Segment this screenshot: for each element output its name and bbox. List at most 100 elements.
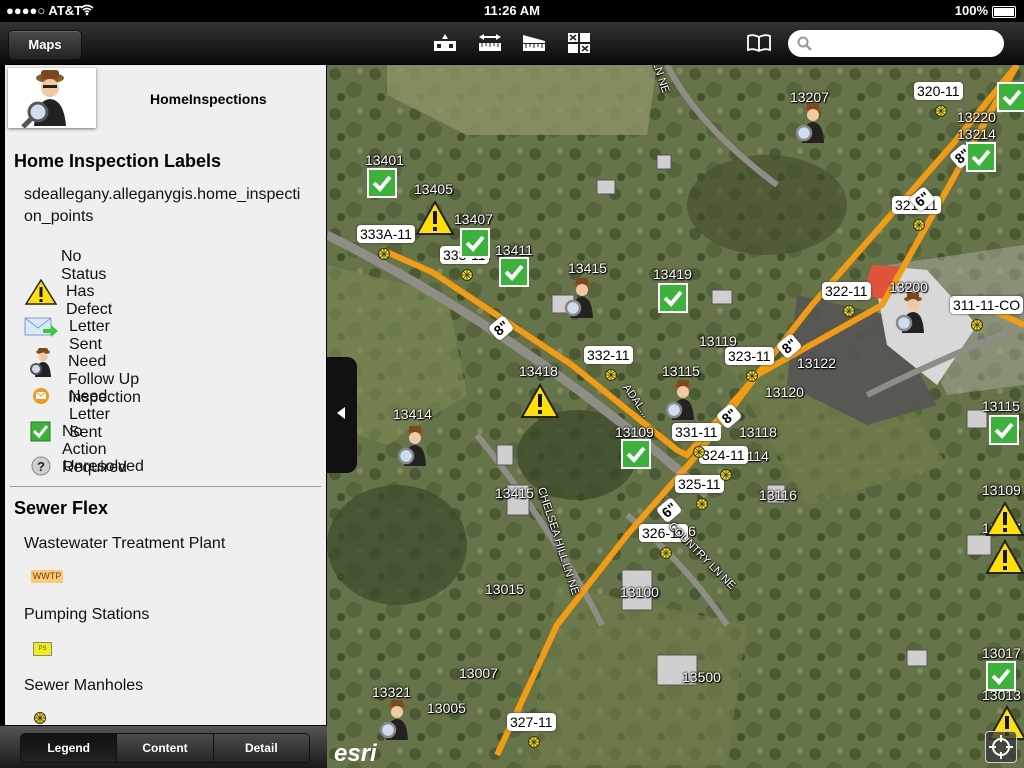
search-input[interactable]: [788, 30, 1004, 57]
inspector-icon[interactable]: [395, 426, 429, 466]
parcel-label: 13401: [365, 152, 404, 168]
wwtp-symbol: WWTP: [31, 570, 63, 583]
legend-section-title: Sewer Flex: [14, 498, 109, 518]
inspector-icon[interactable]: [893, 293, 927, 333]
parcel-label: 13414: [393, 406, 432, 422]
legend-item-label: Letter Sent: [69, 318, 110, 353]
collapse-panel-handle[interactable]: [327, 357, 357, 473]
manhole-label[interactable]: 327-11: [507, 713, 556, 731]
battery-percent: 100%: [954, 3, 988, 18]
legend-item-label: Wastewater Treatment Plant: [24, 535, 226, 552]
parcel-label: 13220: [957, 109, 996, 125]
inspector-icon[interactable]: [663, 380, 697, 420]
green-check-icon[interactable]: [966, 142, 996, 172]
green-check-icon[interactable]: [367, 168, 397, 198]
legend-section-title: Home Inspection Labels: [14, 151, 222, 171]
legend-item-label: No Status: [61, 248, 107, 283]
map-view[interactable]: 13207 13220 13214 13401 13405 13407 13411 13415…: [327, 65, 1024, 768]
manhole-label[interactable]: 322-11: [822, 282, 871, 300]
esri-logo: esri: [334, 740, 377, 767]
manhole-icon[interactable]: [659, 546, 673, 560]
svg-text:?: ?: [37, 459, 45, 474]
parcel-label: 13411: [495, 242, 533, 258]
manhole-icon[interactable]: [842, 304, 856, 318]
parcel-label: 13418: [519, 363, 558, 379]
parcel-label: 13419: [653, 266, 692, 282]
manhole-icon[interactable]: [604, 368, 618, 382]
manhole-label[interactable]: 332-11: [584, 346, 633, 364]
orange-envelope-icon: [33, 388, 49, 404]
green-check-icon[interactable]: [997, 82, 1024, 112]
tab-content[interactable]: Content: [117, 734, 214, 762]
manhole-icon[interactable]: [692, 445, 706, 459]
parcel-label: 13017: [982, 645, 1021, 661]
tab-legend[interactable]: Legend: [21, 734, 118, 762]
parcel-label: 13122: [797, 355, 836, 371]
locate-button[interactable]: [985, 731, 1017, 763]
green-check-icon: [30, 421, 51, 442]
manhole-label[interactable]: 331-11: [672, 423, 721, 441]
legend-divider: [10, 486, 321, 487]
parcel-label: 13109: [982, 482, 1021, 498]
layer-thumbnail[interactable]: [8, 68, 96, 129]
panel-tabs: Legend Content Detail: [20, 733, 310, 763]
warning-icon[interactable]: [985, 539, 1024, 575]
envelope-arrow-icon: [24, 317, 58, 337]
bookmarks-icon[interactable]: [746, 34, 772, 52]
manhole-label[interactable]: 311-11-CO: [950, 296, 1024, 314]
green-check-icon[interactable]: [621, 439, 651, 469]
pumping-station-symbol: PS: [33, 642, 52, 656]
battery-status: 100%: [955, 3, 1016, 18]
manhole-icon[interactable]: [912, 218, 926, 232]
panel-tabbar: Legend Content Detail: [0, 726, 327, 768]
green-check-icon[interactable]: [460, 228, 490, 258]
manhole-label[interactable]: 320-11: [914, 82, 963, 100]
manhole-label[interactable]: 325-11: [675, 475, 724, 493]
inspector-icon[interactable]: [562, 278, 596, 318]
warning-icon[interactable]: [985, 501, 1024, 537]
inspector-icon: [30, 348, 51, 377]
parcel-label: 13115: [662, 363, 700, 379]
parcel-label: 13500: [682, 669, 721, 685]
warning-icon: [24, 278, 58, 305]
layer-header: HomeInspections: [5, 65, 326, 131]
inspector-icon: [21, 70, 66, 129]
manhole-icon[interactable]: [377, 247, 391, 261]
green-check-icon[interactable]: [986, 661, 1016, 691]
warning-icon[interactable]: [520, 383, 560, 419]
manhole-icon[interactable]: [527, 735, 541, 749]
inspector-icon[interactable]: [793, 103, 827, 143]
maps-button[interactable]: Maps: [8, 30, 82, 60]
measure-area-icon[interactable]: [521, 31, 547, 55]
manhole-icon[interactable]: [719, 468, 733, 482]
legend-item-label: Pumping Stations: [24, 606, 150, 623]
parcel-label: 13415: [568, 260, 607, 276]
inspector-icon[interactable]: [377, 700, 411, 740]
green-check-icon[interactable]: [989, 415, 1019, 445]
layer-service-name: sdeallegany.alleganygis.home_inspection_…: [24, 186, 301, 225]
top-toolbar: Maps: [0, 22, 1024, 65]
manhole-icon[interactable]: [934, 104, 948, 118]
manhole-label[interactable]: 324-11: [699, 446, 748, 464]
warning-icon[interactable]: [415, 200, 455, 236]
tab-detail[interactable]: Detail: [213, 734, 309, 762]
green-check-icon[interactable]: [499, 257, 529, 287]
search-icon: [797, 36, 812, 51]
question-icon: ?: [31, 456, 51, 476]
manhole-icon: [34, 712, 46, 724]
manhole-icon[interactable]: [695, 497, 709, 511]
green-check-icon[interactable]: [658, 283, 688, 313]
manhole-icon[interactable]: [460, 268, 474, 282]
manhole-label[interactable]: 323-11: [725, 347, 774, 365]
basemap-icon[interactable]: [432, 31, 458, 55]
legend-item-label: Has Defect: [66, 283, 113, 318]
identify-grid-icon[interactable]: [566, 31, 592, 55]
chevron-left-icon: [337, 407, 345, 419]
measure-distance-icon[interactable]: [477, 31, 503, 55]
manhole-icon[interactable]: [745, 369, 759, 383]
manhole-label[interactable]: 333A-11: [357, 225, 415, 243]
parcel-label: 13007: [459, 665, 498, 681]
manhole-icon[interactable]: [970, 318, 984, 332]
status-bar: ●●●●○ AT&T 11:26 AM 100%: [0, 0, 1024, 22]
parcel-label: 13407: [454, 211, 493, 227]
